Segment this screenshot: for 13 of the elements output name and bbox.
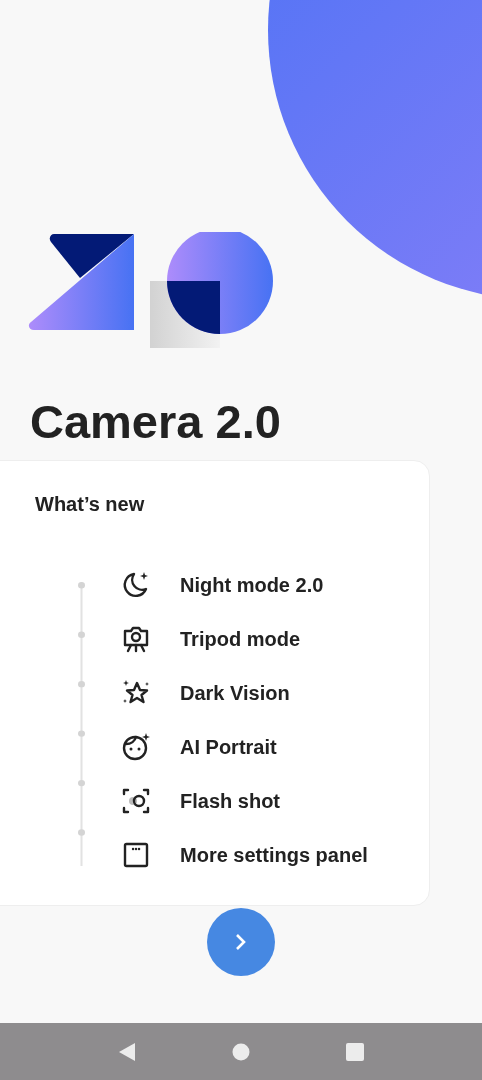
- feature-label: Dark Vision: [180, 681, 290, 705]
- home-icon[interactable]: [232, 1042, 250, 1061]
- feature-label: Night mode 2.0: [180, 573, 324, 597]
- feature-label: Tripod mode: [180, 627, 300, 651]
- chevron-right-icon: [234, 933, 248, 951]
- feature-label: More settings panel: [180, 843, 368, 867]
- app-title: Camera 2.0: [30, 394, 282, 450]
- feature-label: AI Portrait: [180, 735, 277, 759]
- back-icon[interactable]: [118, 1041, 136, 1062]
- feature-label: Flash shot: [180, 789, 280, 813]
- face-icon: [120, 731, 152, 763]
- section-heading: What’s new: [35, 493, 146, 516]
- recents-icon[interactable]: [346, 1042, 364, 1061]
